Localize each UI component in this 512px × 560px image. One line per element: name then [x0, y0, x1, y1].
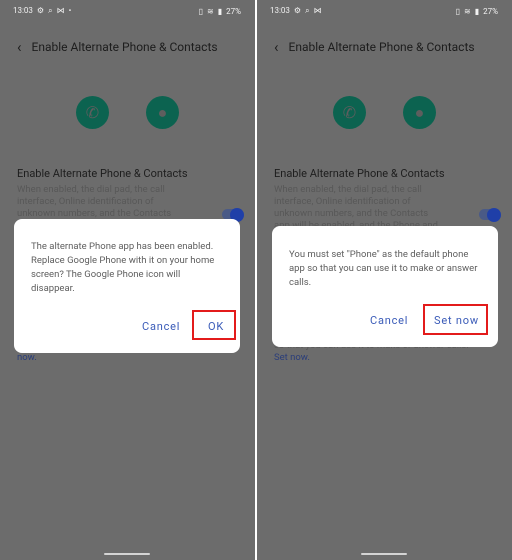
search-icon: ⌕ — [305, 6, 310, 15]
header: ‹ Enable Alternate Phone & Contacts — [17, 38, 218, 56]
highlight-box — [192, 310, 236, 340]
set-now-link[interactable]: Set now. — [274, 352, 310, 363]
clock: 13:03 — [13, 6, 33, 15]
setting-description: When enabled, the dial pad, the call int… — [17, 184, 217, 220]
gear-icon: ⚙ — [293, 6, 302, 15]
phone-icon: ✆ — [76, 96, 109, 129]
cancel-button[interactable]: Cancel — [142, 320, 180, 333]
battery-icon: ▮ — [474, 6, 480, 16]
desc-line: interface, Online identification of — [17, 196, 154, 207]
back-arrow-icon[interactable]: ‹ — [274, 38, 279, 56]
contact-icon: ● — [403, 96, 436, 129]
setting-description: When enabled, the dial pad, the call int… — [274, 184, 474, 232]
desc-line: unknown numbers, and the Contacts — [274, 208, 429, 219]
enable-toggle[interactable] — [479, 207, 501, 222]
page-title: Enable Alternate Phone & Contacts — [31, 40, 218, 54]
setting-title: Enable Alternate Phone & Contacts — [274, 167, 445, 180]
dot-icon: • — [68, 6, 72, 15]
wifi-icon: ≋ — [464, 6, 471, 16]
status-bar: 13:03 ⚙ ⌕ ⋈ ▯ ≋ ▮ 27% — [270, 5, 498, 17]
gear-icon: ⚙ — [36, 6, 45, 15]
phone-icon: ✆ — [333, 96, 366, 129]
status-bar: 13:03 ⚙ ⌕ ⋈ • ▯ ≋ ▮ 27% — [13, 5, 241, 17]
nav-handle[interactable] — [361, 553, 407, 555]
battery-level: 27% — [483, 6, 498, 16]
set-now-link[interactable]: now. — [17, 352, 37, 363]
desc-line: When enabled, the dial pad, the call — [17, 184, 165, 195]
header: ‹ Enable Alternate Phone & Contacts — [274, 38, 475, 56]
gmail-icon: ⋈ — [313, 6, 322, 15]
cancel-button[interactable]: Cancel — [370, 314, 408, 327]
default-phone-dialog: You must set "Phone" as the default phon… — [272, 226, 498, 347]
setting-title: Enable Alternate Phone & Contacts — [17, 167, 188, 180]
battery-icon: ▮ — [217, 6, 223, 16]
battery-level: 27% — [226, 6, 241, 16]
vibrate-icon: ▯ — [455, 6, 461, 16]
screen-right: 13:03 ⚙ ⌕ ⋈ ▯ ≋ ▮ 27% ‹ Enable Alternate Phone … — [257, 0, 512, 560]
page-title: Enable Alternate Phone & Contacts — [288, 40, 475, 54]
nav-handle[interactable] — [104, 553, 150, 555]
vibrate-icon: ▯ — [198, 6, 204, 16]
replace-phone-dialog: The alternate Phone app has been enabled… — [14, 219, 240, 353]
desc-line: When enabled, the dial pad, the call — [274, 184, 422, 195]
search-icon: ⌕ — [48, 6, 53, 15]
screen-left: 13:03 ⚙ ⌕ ⋈ • ▯ ≋ ▮ 27% ‹ Enable Alternate Phone… — [0, 0, 255, 560]
contact-icon: ● — [146, 96, 179, 129]
highlight-box — [423, 304, 488, 335]
back-arrow-icon[interactable]: ‹ — [17, 38, 22, 56]
dialog-message: The alternate Phone app has been enabled… — [31, 241, 215, 294]
dialog-message: You must set "Phone" as the default phon… — [289, 249, 478, 288]
desc-line: interface, Online identification of — [274, 196, 411, 207]
wifi-icon: ≋ — [207, 6, 214, 16]
clock: 13:03 — [270, 6, 290, 15]
gmail-icon: ⋈ — [56, 6, 65, 15]
